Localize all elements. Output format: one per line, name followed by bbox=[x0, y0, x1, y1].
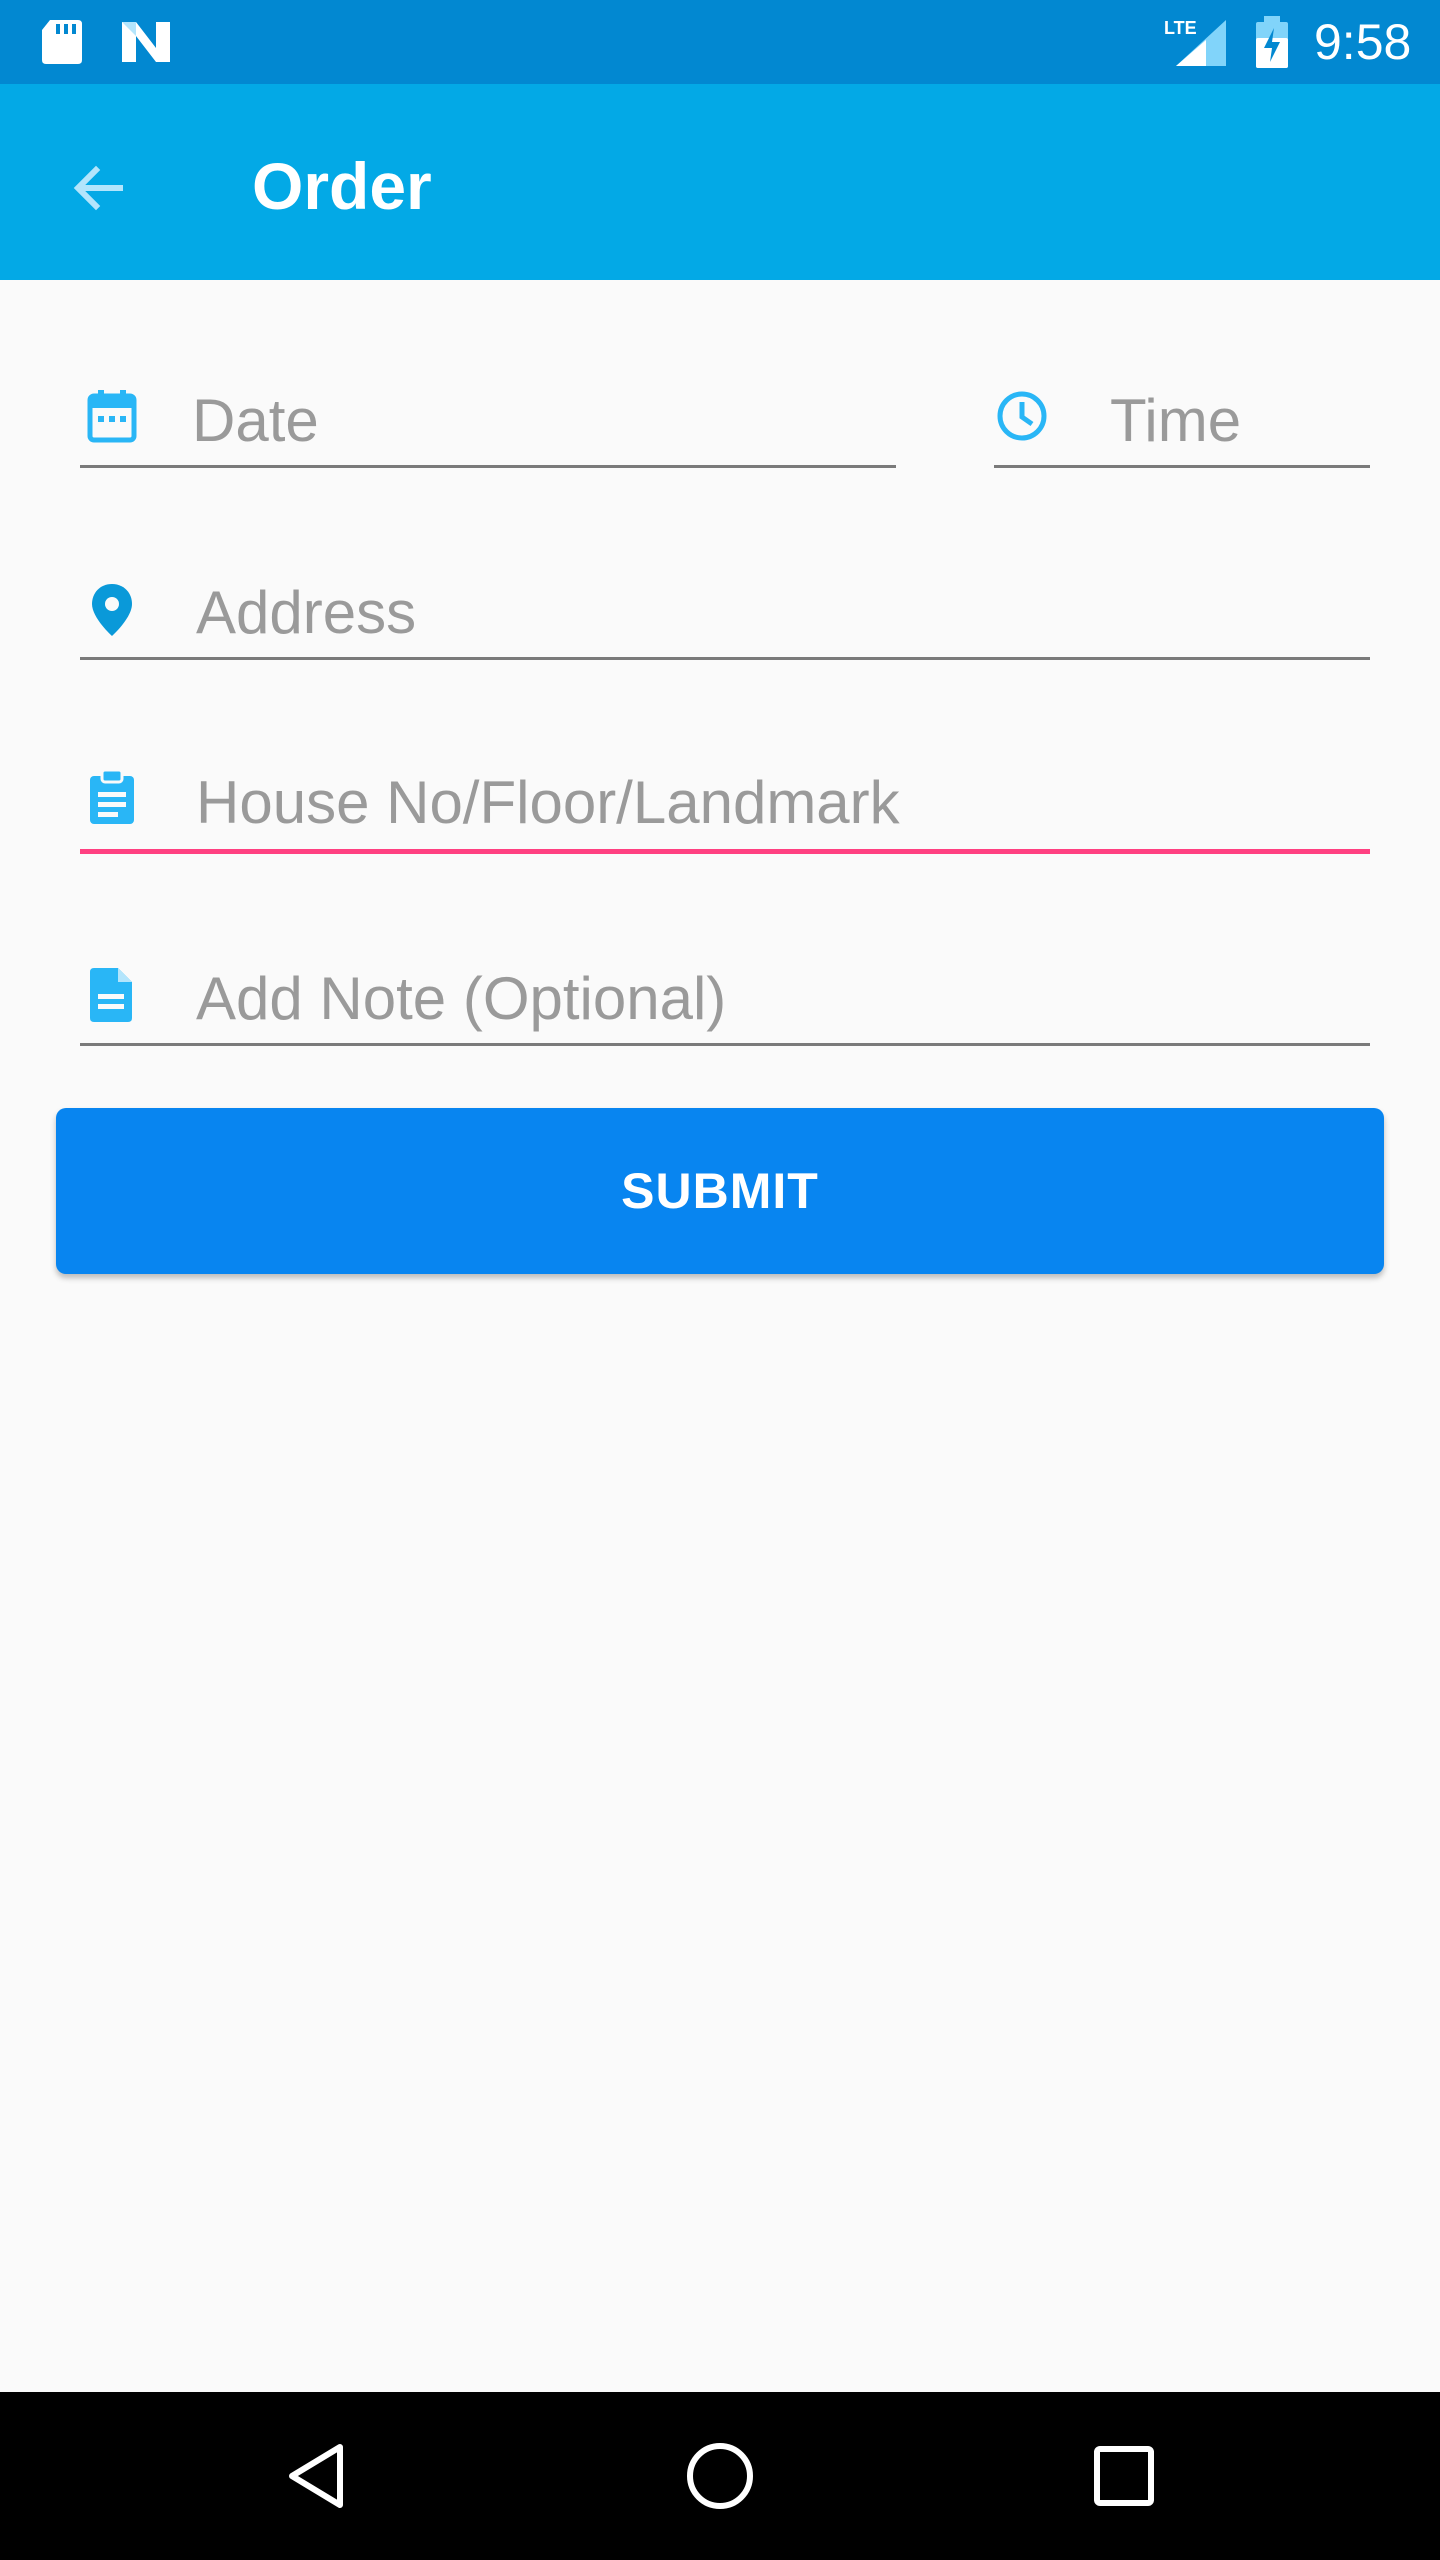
note-input[interactable] bbox=[196, 958, 1356, 1038]
status-time: 9:58 bbox=[1314, 14, 1412, 70]
submit-button[interactable]: SUBMIT bbox=[56, 1108, 1384, 1274]
calendar-icon bbox=[87, 390, 137, 443]
arrow-back-icon bbox=[73, 165, 123, 211]
date-input[interactable] bbox=[192, 380, 872, 460]
nav-back-button[interactable] bbox=[266, 2426, 366, 2526]
date-field[interactable] bbox=[80, 370, 896, 468]
house-input[interactable] bbox=[196, 762, 1356, 842]
recents-square-icon bbox=[1094, 2446, 1154, 2506]
address-input[interactable] bbox=[196, 572, 1356, 652]
house-field[interactable] bbox=[80, 756, 1370, 854]
nav-recents-button[interactable] bbox=[1074, 2426, 1174, 2526]
back-button[interactable] bbox=[50, 140, 146, 236]
app-bar: Order bbox=[0, 84, 1440, 280]
clipboard-icon bbox=[90, 768, 134, 824]
home-circle-icon bbox=[687, 2443, 753, 2509]
status-bar: LTE 9:58 bbox=[0, 0, 1440, 84]
location-pin-icon bbox=[92, 584, 132, 636]
battery-charging-icon bbox=[1256, 16, 1288, 68]
clock-icon bbox=[997, 391, 1047, 441]
navigation-bar bbox=[0, 2392, 1440, 2560]
note-field[interactable] bbox=[80, 950, 1370, 1046]
time-input[interactable] bbox=[1110, 380, 1360, 460]
address-field[interactable] bbox=[80, 564, 1370, 660]
back-triangle-icon bbox=[289, 2444, 343, 2508]
document-icon bbox=[90, 968, 132, 1022]
nav-home-button[interactable] bbox=[670, 2426, 770, 2526]
time-field[interactable] bbox=[994, 370, 1370, 468]
lte-signal-icon: LTE bbox=[1164, 18, 1226, 66]
n-notification-icon bbox=[122, 22, 170, 62]
svg-text:LTE: LTE bbox=[1164, 18, 1197, 38]
sd-card-icon bbox=[42, 20, 82, 64]
page-title: Order bbox=[252, 149, 432, 223]
